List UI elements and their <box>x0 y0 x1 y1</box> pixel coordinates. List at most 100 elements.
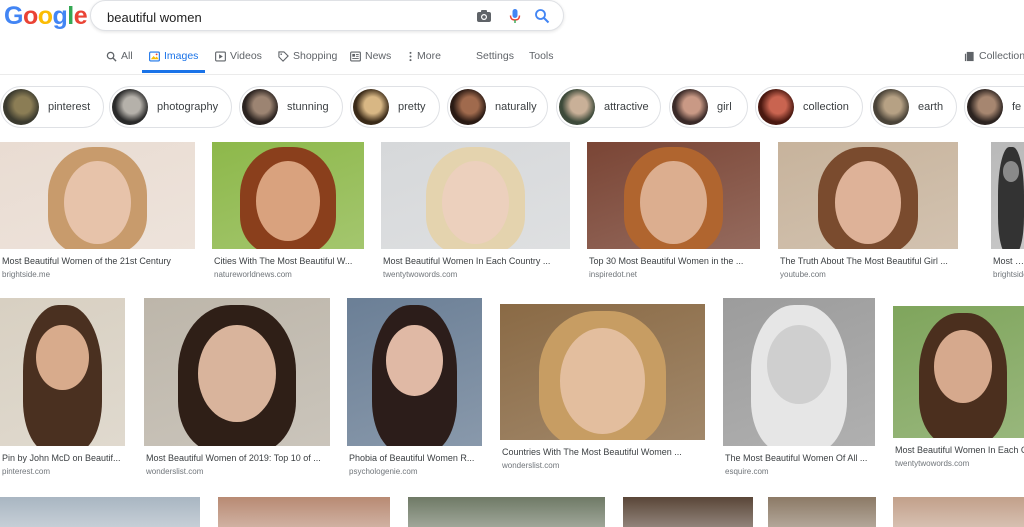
tab-images-label: Images <box>164 50 199 62</box>
tools-link[interactable]: Tools <box>529 50 554 62</box>
image-result[interactable]: Phobia of Beautiful Women R... psychologe… <box>347 298 482 481</box>
chip-pretty[interactable]: pretty <box>350 86 440 128</box>
tab-news[interactable]: News <box>350 50 391 62</box>
chip-label: girl <box>717 101 732 113</box>
result-source: psychologenie.com <box>349 467 418 476</box>
result-title[interactable]: Countries With The Most Beautiful Women … <box>502 447 703 457</box>
result-thumbnail[interactable] <box>623 497 753 527</box>
result-thumbnail <box>381 142 570 249</box>
chip-label: earth <box>918 101 944 113</box>
result-title[interactable]: The Most Beautiful Women Of All ... <box>725 453 873 463</box>
result-thumbnail[interactable] <box>0 497 200 527</box>
result-title[interactable]: Pin by John McD on Beautif... <box>2 453 123 463</box>
result-source: wonderslist.com <box>146 467 204 476</box>
chip-label: stunning <box>287 101 329 113</box>
more-vertical-icon <box>409 51 412 61</box>
result-thumbnail[interactable] <box>893 497 1024 527</box>
search-icon <box>106 51 117 62</box>
tab-news-label: News <box>365 50 392 62</box>
chip-thumbnail <box>967 89 1003 125</box>
result-title[interactable]: The Truth About The Most Beautiful Girl … <box>780 256 956 266</box>
image-result[interactable]: Most Beautiful Women In Each C twentytwow… <box>893 306 1024 473</box>
chip-photography[interactable]: photography <box>109 86 232 128</box>
chip-fe[interactable]: fe <box>964 86 1024 128</box>
result-source: inspiredot.net <box>589 270 638 279</box>
result-title[interactable]: Most Beautiful Women of 2019: Top 10 of … <box>146 453 328 463</box>
tab-videos[interactable]: Videos <box>215 50 262 62</box>
chip-thumbnail <box>112 89 148 125</box>
tab-shopping[interactable]: Shopping <box>278 50 337 62</box>
chip-thumbnail <box>450 89 486 125</box>
search-input[interactable] <box>105 6 469 28</box>
result-thumbnail <box>991 142 1024 249</box>
result-thumbnail <box>723 298 875 446</box>
news-icon <box>350 51 361 61</box>
result-thumbnail <box>347 298 482 446</box>
result-source: brightside.me <box>2 270 51 279</box>
microphone-icon[interactable] <box>507 8 523 24</box>
result-source: pinterest.com <box>2 467 51 476</box>
result-title[interactable]: Most Beautiful Women In Each C <box>895 445 1024 455</box>
image-result[interactable]: Cities With The Most Beautiful W... natur… <box>212 142 364 284</box>
result-title[interactable]: Cities With The Most Beautiful W... <box>214 256 362 266</box>
result-thumbnail <box>144 298 330 446</box>
result-thumbnail[interactable] <box>218 497 390 527</box>
settings-label: Settings <box>476 50 514 62</box>
google-logo[interactable]: Google <box>4 2 88 31</box>
result-thumbnail <box>212 142 364 249</box>
result-title[interactable]: Most Beaut <box>993 256 1024 266</box>
chip-label: photography <box>157 101 219 113</box>
camera-icon[interactable] <box>476 8 492 24</box>
chip-girl[interactable]: girl <box>669 86 748 128</box>
chip-label: naturally <box>495 101 537 113</box>
chip-label: attractive <box>604 101 649 113</box>
chip-earth[interactable]: earth <box>870 86 957 128</box>
chip-collection[interactable]: collection <box>755 86 863 128</box>
tools-label: Tools <box>529 50 554 62</box>
result-title[interactable]: Phobia of Beautiful Women R... <box>349 453 480 463</box>
chip-label: fe <box>1012 101 1022 113</box>
result-source: twentytwowords.com <box>383 270 458 279</box>
image-result[interactable]: Pin by John McD on Beautif... pinterest.c… <box>0 298 125 481</box>
settings-link[interactable]: Settings <box>476 50 514 62</box>
image-result[interactable]: Countries With The Most Beautiful Women … <box>500 304 705 475</box>
chip-label: pinterest <box>48 101 91 113</box>
tag-icon <box>278 50 289 62</box>
chip-pinterest[interactable]: pinterest <box>0 86 104 128</box>
chip-thumbnail <box>353 89 389 125</box>
tab-images[interactable]: Images <box>149 50 198 62</box>
tab-all[interactable]: All <box>106 50 133 62</box>
tab-more[interactable]: More <box>408 50 441 62</box>
chip-thumbnail <box>559 89 595 125</box>
image-result[interactable]: Top 30 Most Beautiful Women in the ... in… <box>587 142 760 284</box>
collection-link[interactable]: Collection <box>964 50 1024 62</box>
chip-stunning[interactable]: stunning <box>239 86 343 128</box>
logo-letter: e <box>73 2 88 30</box>
image-result[interactable]: Most Beautiful Women of the 21st Century… <box>0 142 195 284</box>
result-thumbnail[interactable] <box>768 497 876 527</box>
logo-letter: g <box>52 2 68 30</box>
tab-all-label: All <box>121 50 133 62</box>
result-source: wonderslist.com <box>502 461 560 470</box>
result-thumbnail <box>778 142 958 249</box>
image-icon <box>149 51 160 61</box>
image-result[interactable]: The Most Beautiful Women Of All ... esqui… <box>723 298 875 481</box>
result-title[interactable]: Most Beautiful Women of the 21st Century <box>2 256 193 266</box>
result-thumbnail <box>587 142 760 249</box>
image-result[interactable]: The Truth About The Most Beautiful Girl … <box>778 142 958 284</box>
chip-thumbnail <box>3 89 39 125</box>
tab-shopping-label: Shopping <box>293 50 338 62</box>
chip-thumbnail <box>758 89 794 125</box>
image-result[interactable]: Most Beaut brightside.m <box>991 142 1024 284</box>
collection-label: Collection <box>979 50 1024 62</box>
search-icon[interactable] <box>534 8 550 24</box>
result-title[interactable]: Top 30 Most Beautiful Women in the ... <box>589 256 758 266</box>
image-result[interactable]: Most Beautiful Women In Each Country ...… <box>381 142 570 284</box>
chip-naturally[interactable]: naturally <box>447 86 548 128</box>
result-thumbnail <box>0 142 195 249</box>
chip-attractive[interactable]: attractive <box>556 86 661 128</box>
active-tab-indicator <box>142 70 205 73</box>
result-thumbnail[interactable] <box>408 497 605 527</box>
result-title[interactable]: Most Beautiful Women In Each Country ... <box>383 256 568 266</box>
image-result[interactable]: Most Beautiful Women of 2019: Top 10 of … <box>144 298 330 481</box>
